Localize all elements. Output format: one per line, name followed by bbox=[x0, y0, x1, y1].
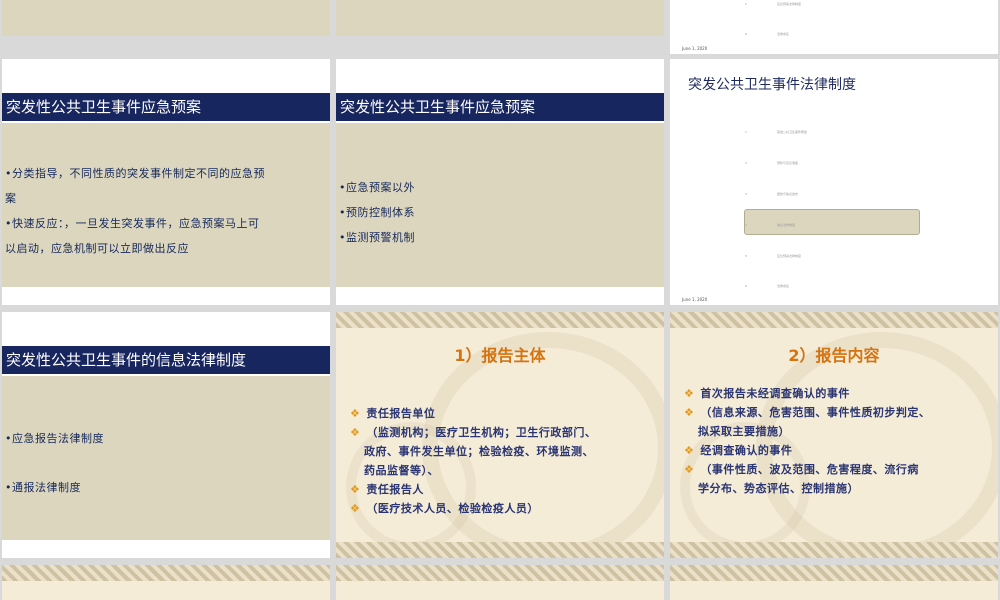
diamond-bullet-icon: ❖ bbox=[350, 483, 361, 496]
bullet-line: ❖ （事件性质、波及范围、危害程度、流行病 bbox=[684, 463, 919, 476]
slide-thumbnail-r1c3[interactable]: 5 应急预案法律制度 6 法律责任 June 1, 2020 bbox=[670, 0, 998, 54]
bullet-line: ❖ 责任报告单位 bbox=[350, 407, 436, 420]
slide-thumbnail-r3c1[interactable]: 突发性公共卫生事件的信息法律制度 •应急报告法律制度 •通报法律制度 bbox=[2, 312, 330, 558]
slide-title: 突发性公共卫生事件应急预案 bbox=[336, 93, 664, 121]
bullet-line: ❖ （医疗技术人员、检验检疫人员） bbox=[350, 502, 539, 515]
slide-thumbnail-r3c3[interactable]: 2）报告内容 ❖ 首次报告未经调查确认的事件 ❖ （信息来源、危害范围、事件性质初步… bbox=[670, 312, 998, 558]
bullet-line: ❖ （信息来源、危害范围、事件性质初步判定、 bbox=[684, 406, 931, 419]
bullet-line: ❖ 责任报告人 bbox=[350, 483, 424, 496]
diamond-bullet-icon: ❖ bbox=[350, 407, 361, 420]
slide-body-box: •分类指导，不同性质的突发事件制定不同的应急预 案 •快速反应：，一旦发生突发事… bbox=[2, 123, 330, 287]
diamond-bullet-icon: ❖ bbox=[684, 406, 695, 419]
slide-body-box: •应急预案以外 •预防控制体系 •监测预警机制 bbox=[336, 123, 664, 287]
slide-body: ❖ 首次报告未经调查确认的事件 ❖ （信息来源、危害范围、事件性质初步判定、 拟采取… bbox=[684, 384, 986, 498]
slide-thumbnail-r1c2[interactable] bbox=[336, 0, 664, 36]
slide-title: 突发性公共卫生事件应急预案 bbox=[2, 93, 330, 121]
slide-text-line: •分类指导，不同性质的突发事件制定不同的应急预 bbox=[5, 167, 265, 180]
text-line: 学分布、势态评估、控制措施） bbox=[698, 482, 859, 495]
bullet-line: ❖ 经调查确认的事件 bbox=[684, 444, 793, 457]
bullet-line: ❖ （监测机构；医疗卫生机构；卫生行政部门、 bbox=[350, 426, 597, 439]
slide-body-box: •应急报告法律制度 •通报法律制度 bbox=[2, 376, 330, 540]
slide-thumbnail-r3c2[interactable]: 1）报告主体 ❖ 责任报告单位 ❖ （监测机构；医疗卫生机构；卫生行政部门、 政府、… bbox=[336, 312, 664, 558]
diamond-bullet-icon: ❖ bbox=[350, 502, 361, 515]
slide-title: 2）报告内容 bbox=[788, 346, 880, 365]
decorative-band bbox=[670, 565, 998, 581]
slide-text-line: •预防控制体系 bbox=[339, 206, 415, 219]
slide-text-line: •通报法律制度 bbox=[5, 481, 81, 494]
decorative-band bbox=[670, 312, 998, 328]
agenda-highlight bbox=[744, 209, 920, 235]
diamond-bullet-icon: ❖ bbox=[684, 463, 695, 476]
text-line: 药品监督等）、 bbox=[364, 464, 439, 477]
slide-text-line: •监测预警机制 bbox=[339, 231, 415, 244]
decorative-band bbox=[336, 542, 664, 558]
diamond-bullet-icon: ❖ bbox=[350, 426, 361, 439]
slide-date: June 1, 2020 bbox=[682, 46, 708, 51]
text-line: 拟采取主要措施） bbox=[698, 425, 790, 438]
slide-thumbnail-r4c3[interactable] bbox=[670, 565, 998, 600]
slide-thumbnail-r4c2[interactable] bbox=[336, 565, 664, 600]
slide-body-box bbox=[2, 0, 330, 36]
slide-thumbnail-r2c2[interactable]: 突发性公共卫生事件应急预案 •应急预案以外 •预防控制体系 •监测预警机制 bbox=[336, 59, 664, 305]
slide-text-line: •应急预案以外 bbox=[339, 181, 415, 194]
decorative-band bbox=[336, 565, 664, 581]
slide-text-line: •快速反应：，一旦发生突发事件，应急预案马上可 bbox=[5, 217, 260, 230]
text-line: 政府、事件发生单位；检验检疫、环境监测、 bbox=[364, 445, 594, 458]
slide-body: ❖ 责任报告单位 ❖ （监测机构；医疗卫生机构；卫生行政部门、 政府、事件发生单位；… bbox=[350, 404, 652, 518]
slide-title: 突发公共卫生事件法律制度 bbox=[688, 77, 856, 93]
slide-text-line: 案 bbox=[5, 192, 17, 205]
slide-thumbnail-r1c1[interactable] bbox=[2, 0, 330, 36]
slide-thumbnail-r2c3[interactable]: 突发公共卫生事件法律制度 1 突发公共卫生事件概述 2 预防与应急准备 3 报告… bbox=[670, 59, 998, 305]
slide-title: 突发性公共卫生事件的信息法律制度 bbox=[2, 346, 330, 374]
slide-date: June 1, 2020 bbox=[682, 297, 708, 302]
slide-thumbnail-r4c1[interactable] bbox=[2, 565, 330, 600]
decorative-band bbox=[2, 565, 330, 581]
diamond-bullet-icon: ❖ bbox=[684, 444, 695, 457]
slide-text-line: 以启动，应急机制可以立即做出反应 bbox=[5, 242, 189, 255]
slide-body-box bbox=[336, 0, 664, 36]
slide-title: 1）报告主体 bbox=[454, 346, 546, 365]
decorative-band bbox=[336, 312, 664, 328]
slide-thumbnail-r2c1[interactable]: 突发性公共卫生事件应急预案 •分类指导，不同性质的突发事件制定不同的应急预 案 … bbox=[2, 59, 330, 305]
diamond-bullet-icon: ❖ bbox=[684, 387, 695, 400]
bullet-line: ❖ 首次报告未经调查确认的事件 bbox=[684, 387, 850, 400]
decorative-band bbox=[670, 542, 998, 558]
slide-text-line: •应急报告法律制度 bbox=[5, 432, 104, 445]
